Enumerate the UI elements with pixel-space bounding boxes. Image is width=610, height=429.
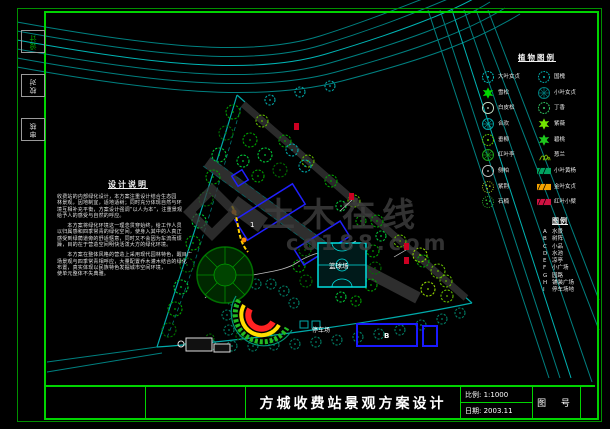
- plant-legend-item: 紫薇: [537, 115, 593, 131]
- plant-symbol-icon: [537, 85, 551, 99]
- plant-legend-item: 小叶黄杨: [537, 162, 593, 178]
- plant-name-label: 红叶小檗: [554, 197, 576, 205]
- plant-name-label: 碧桃: [554, 135, 565, 143]
- scale-date-cell: 比例: 1:1000 日期: 2003.11: [460, 387, 532, 418]
- symbol-legend-item: C小品: [543, 244, 598, 251]
- plant-name-label: 国槐: [554, 72, 565, 80]
- symbol-legend-title: 图例: [543, 216, 577, 226]
- symbol-legend-list: A水景B树阵C小品D水池E凉亭F小广场G园路H铺装广场I停车场地: [543, 229, 598, 295]
- plant-legend: 植物图例 大叶女贞雪松白皮松合欢垂柳红叶李侧柏紫荆石楠 国槐小叶女贞丁香紫薇碧桃…: [481, 52, 593, 209]
- date-label: 日期: 2003.11: [461, 403, 532, 418]
- plant-legend-item: 小叶女贞: [537, 84, 593, 100]
- plant-symbol-icon: [481, 116, 495, 130]
- plant-symbol-icon: [481, 100, 495, 114]
- design-notes-body: 收费站的内部绿化设计，本方案注重设计结合生态园林景观，因地制宜，适地适树；同时充…: [57, 194, 199, 278]
- plant-legend-item: 合欢: [481, 115, 537, 131]
- project-title: 方城收费站景观方案设计: [245, 387, 460, 418]
- plant-symbol-icon: [481, 147, 495, 161]
- design-notes-paragraph: 本方案在整体风格的营造上采用现代园林特色，醒目广场景观与四季常青相呼应，大量配置…: [57, 252, 199, 277]
- plant-symbol-icon: [537, 132, 551, 146]
- symbol-legend-item: I停车场地: [543, 287, 598, 294]
- plant-name-label: 雪松: [498, 88, 509, 96]
- plant-name-label: 紫荆: [498, 182, 509, 190]
- plant-legend-title: 植物图例: [481, 52, 593, 63]
- plant-name-label: 合欢: [498, 119, 509, 127]
- plant-legend-item: 丁香: [537, 99, 593, 115]
- title-block: 方城收费站景观方案设计 比例: 1:1000 日期: 2003.11 图 号: [46, 385, 595, 418]
- plant-name-label: 小叶女贞: [554, 88, 576, 96]
- plant-name-label: 金叶女贞: [554, 182, 576, 190]
- plant-symbol-icon: [481, 69, 495, 83]
- plant-symbol-icon: [481, 179, 495, 193]
- plant-legend-item: 紫荆: [481, 178, 537, 194]
- symbol-legend-item: B树阵: [543, 236, 598, 243]
- plant-name-label: 红叶李: [498, 150, 515, 158]
- plant-symbol-icon: [481, 194, 495, 208]
- plant-legend-item: 雪松: [481, 84, 537, 100]
- design-notes-title: 设计说明: [57, 179, 199, 190]
- signature-box: 校对: [21, 74, 45, 97]
- plant-symbol-icon: [537, 100, 551, 114]
- drawing-number-cell: 图 号: [532, 387, 580, 418]
- design-notes-paragraph: 收费站的内部绿化设计，本方案注重设计结合生态园林景观，因地制宜，适地适树；同时充…: [57, 194, 199, 219]
- signature-box: 审核: [21, 118, 45, 141]
- symbol-legend-item: G园路: [543, 273, 598, 280]
- plant-symbol-icon: [537, 116, 551, 130]
- plant-name-label: 侧柏: [498, 166, 509, 174]
- plant-legend-item: 白皮松: [481, 99, 537, 115]
- plant-legend-item: 大叶女贞: [481, 68, 537, 84]
- plant-name-label: 葱兰: [554, 150, 565, 158]
- plant-legend-item: 红叶小檗: [537, 194, 593, 210]
- design-notes-paragraph: 本方案将绿化环境这一理念贯穿始终，给工作人员以归属感和四季常青的绿化空间，使身入…: [57, 223, 199, 248]
- plant-legend-column-right: 国槐小叶女贞丁香紫薇碧桃葱兰小叶黄杨金叶女贞红叶小檗: [537, 68, 593, 209]
- cad-drawing-sheet: 土木在线 co188.com 篮球场 停车场 1 B 设计校对审核 设计说明 收…: [0, 0, 610, 429]
- plant-legend-item: 侧柏: [481, 162, 537, 178]
- plant-name-label: 大叶女贞: [498, 72, 520, 80]
- plant-symbol-icon: [537, 147, 551, 161]
- plant-name-label: 小叶黄杨: [554, 166, 576, 174]
- plant-name-label: 石楠: [498, 197, 509, 205]
- symbol-legend-item: F小广场: [543, 265, 598, 272]
- plant-legend-item: 石楠: [481, 194, 537, 210]
- plant-symbol-icon: [537, 163, 551, 177]
- plant-legend-column-left: 大叶女贞雪松白皮松合欢垂柳红叶李侧柏紫荆石楠: [481, 68, 537, 209]
- design-notes: 设计说明 收费站的内部绿化设计，本方案注重设计结合生态园林景观，因地制宜，适地适…: [57, 179, 199, 282]
- plant-name-label: 紫薇: [554, 119, 565, 127]
- title-block-empty-cell-1: [46, 387, 145, 418]
- plant-symbol-icon: [537, 69, 551, 83]
- plant-symbol-icon: [481, 132, 495, 146]
- plant-legend-item: 金叶女贞: [537, 178, 593, 194]
- plant-legend-item: 碧桃: [537, 131, 593, 147]
- plant-symbol-icon: [481, 163, 495, 177]
- title-block-empty-cell-2: [145, 387, 245, 418]
- plant-symbol-icon: [481, 85, 495, 99]
- plant-legend-item: 葱兰: [537, 146, 593, 162]
- signature-box: 设计: [21, 30, 45, 53]
- plant-legend-item: 垂柳: [481, 131, 537, 147]
- plant-legend-item: 国槐: [537, 68, 593, 84]
- plant-name-label: 垂柳: [498, 135, 509, 143]
- scale-label: 比例: 1:1000: [461, 387, 532, 403]
- plant-name-label: 丁香: [554, 103, 565, 111]
- plant-symbol-icon: [537, 194, 551, 208]
- symbol-legend: 图例 A水景B树阵C小品D水池E凉亭F小广场G园路H铺装广场I停车场地: [543, 216, 598, 295]
- plant-symbol-icon: [537, 179, 551, 193]
- plant-name-label: 白皮松: [498, 103, 515, 111]
- title-block-empty-cell-3: [580, 387, 595, 418]
- plant-legend-item: 红叶李: [481, 146, 537, 162]
